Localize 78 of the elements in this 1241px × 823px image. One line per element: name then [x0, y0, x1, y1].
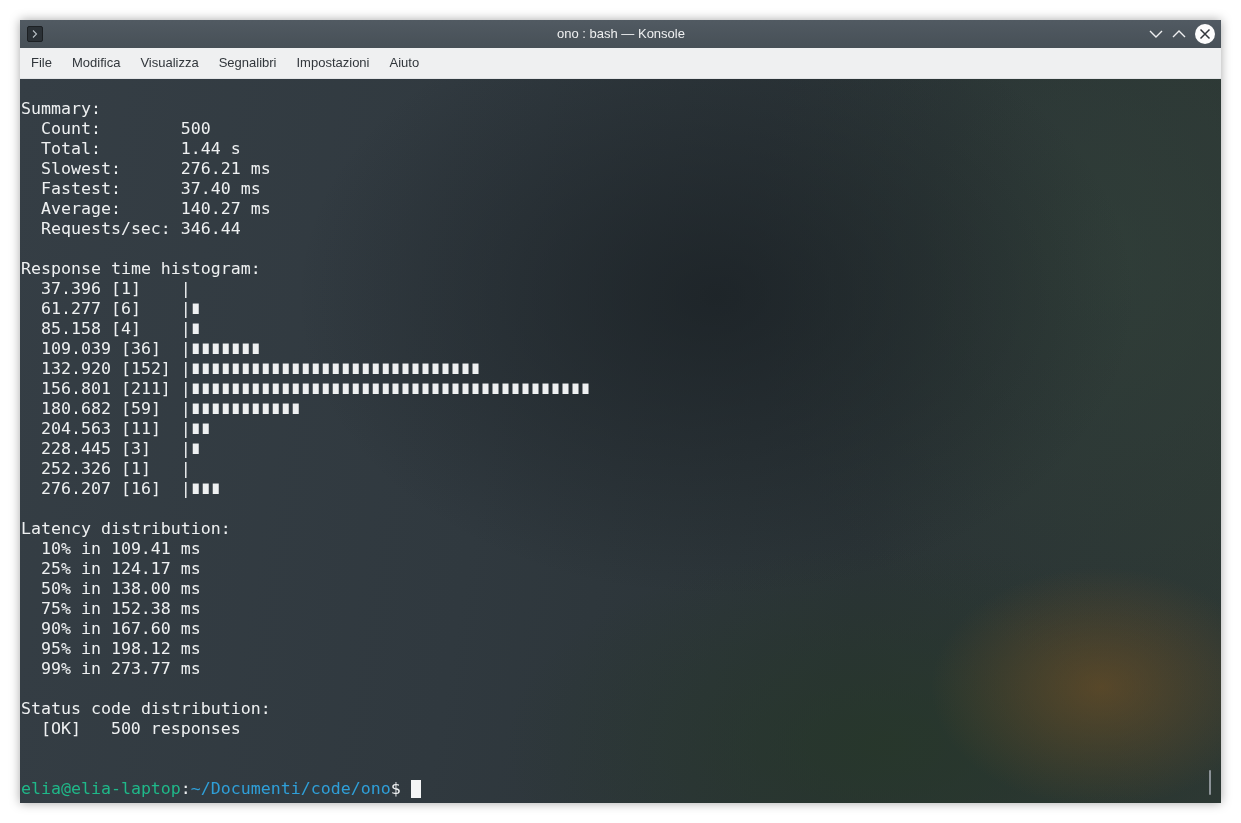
- latency-line: 25% in 124.17 ms: [40, 559, 201, 578]
- histogram-bar-label: |: [180, 279, 191, 298]
- histogram-count: [1]: [110, 279, 141, 298]
- section-heading: Summary:: [21, 99, 101, 118]
- histogram-bar-label: |∎: [180, 299, 201, 318]
- summary-label: Slowest:: [40, 159, 121, 178]
- prompt-user-host: elia@elia-laptop: [21, 779, 181, 799]
- histogram-bar-label: |∎∎∎: [180, 479, 221, 498]
- summary-value: 276.21 ms: [180, 159, 271, 178]
- menu-item[interactable]: Aiuto: [379, 54, 430, 72]
- section-heading: Status code distribution:: [21, 699, 271, 718]
- menu-item[interactable]: Visualizza: [130, 54, 209, 72]
- chevron-up-icon: [1172, 30, 1186, 38]
- histogram-bucket: 61.277: [40, 299, 101, 318]
- histogram-bucket: 132.920: [40, 359, 111, 378]
- histogram-bar-label: |∎∎∎∎∎∎∎∎∎∎∎∎∎∎∎∎∎∎∎∎∎∎∎∎∎∎∎∎∎: [180, 359, 481, 378]
- latency-line: 50% in 138.00 ms: [40, 579, 201, 598]
- block-cursor-icon: [410, 780, 421, 798]
- histogram-bar-label: |∎: [180, 319, 201, 338]
- summary-value: 140.27 ms: [180, 199, 271, 218]
- histogram-bucket: 156.801: [40, 379, 111, 398]
- histogram-bucket: 252.326: [40, 459, 111, 478]
- histogram-bar-label: |∎: [180, 439, 201, 458]
- histogram-count: [4]: [110, 319, 141, 338]
- menu-item[interactable]: Segnalibri: [208, 54, 287, 72]
- histogram-bar-label: |∎∎∎∎∎∎∎∎∎∎∎∎∎∎∎∎∎∎∎∎∎∎∎∎∎∎∎∎∎∎∎∎∎∎∎∎∎∎∎∎: [180, 379, 591, 398]
- summary-value: 500: [180, 119, 211, 138]
- status-code: [OK]: [40, 719, 81, 738]
- histogram-count: [3]: [120, 439, 151, 458]
- histogram-bucket: 228.445: [40, 439, 111, 458]
- histogram-bar-label: |∎∎∎∎∎∎∎∎∎∎∎: [180, 399, 301, 418]
- summary-label: Requests/sec:: [40, 219, 171, 238]
- close-button[interactable]: [1195, 24, 1215, 44]
- latency-line: 99% in 273.77 ms: [40, 659, 201, 678]
- histogram-bucket: 180.682: [40, 399, 111, 418]
- histogram-count: [11]: [120, 419, 161, 438]
- window-title: ono : bash — Konsole: [557, 26, 685, 42]
- scrollbar-thumb[interactable]: [1209, 770, 1211, 795]
- histogram-bucket: 204.563: [40, 419, 111, 438]
- histogram-bucket: 276.207: [40, 479, 111, 498]
- prompt-path: ~/Documenti/code/ono: [190, 779, 391, 799]
- latency-line: 10% in 109.41 ms: [40, 539, 201, 558]
- prompt-separator: :: [180, 779, 191, 799]
- summary-label: Total:: [40, 139, 101, 158]
- histogram-count: [152]: [120, 359, 171, 378]
- summary-value: 346.44: [180, 219, 241, 238]
- chevron-down-icon: [1149, 30, 1163, 38]
- section-heading: Latency distribution:: [21, 519, 231, 538]
- prompt-symbol: $: [390, 779, 401, 799]
- latency-line: 90% in 167.60 ms: [40, 619, 201, 638]
- histogram-bucket: 37.396: [40, 279, 101, 298]
- summary-label: Count:: [40, 119, 101, 138]
- summary-label: Fastest:: [40, 179, 121, 198]
- latency-line: 75% in 152.38 ms: [40, 599, 201, 618]
- summary-value: 37.40 ms: [180, 179, 261, 198]
- status-count: 500 responses: [110, 719, 241, 738]
- minimize-button[interactable]: [1149, 30, 1163, 38]
- histogram-count: [36]: [120, 339, 161, 358]
- histogram-count: [1]: [120, 459, 151, 478]
- section-heading: Response time histogram:: [21, 259, 261, 278]
- histogram-bucket: 85.158: [40, 319, 101, 338]
- histogram-bar-label: |∎∎: [180, 419, 211, 438]
- histogram-count: [16]: [120, 479, 161, 498]
- histogram-bucket: 109.039: [40, 339, 111, 358]
- terminal-icon[interactable]: [27, 26, 43, 42]
- latency-line: 95% in 198.12 ms: [40, 639, 201, 658]
- histogram-bar-label: |: [180, 459, 191, 478]
- histogram-count: [211]: [120, 379, 171, 398]
- menu-item[interactable]: File: [21, 54, 62, 72]
- menu-item[interactable]: Impostazioni: [286, 54, 380, 72]
- summary-label: Average:: [40, 199, 121, 218]
- close-icon: [1195, 24, 1215, 44]
- histogram-count: [6]: [110, 299, 141, 318]
- menu-item[interactable]: Modifica: [61, 54, 131, 72]
- histogram-bar-label: |∎∎∎∎∎∎∎: [180, 339, 261, 358]
- summary-value: 1.44 s: [180, 139, 241, 158]
- histogram-count: [59]: [120, 399, 161, 418]
- maximize-button[interactable]: [1172, 30, 1186, 38]
